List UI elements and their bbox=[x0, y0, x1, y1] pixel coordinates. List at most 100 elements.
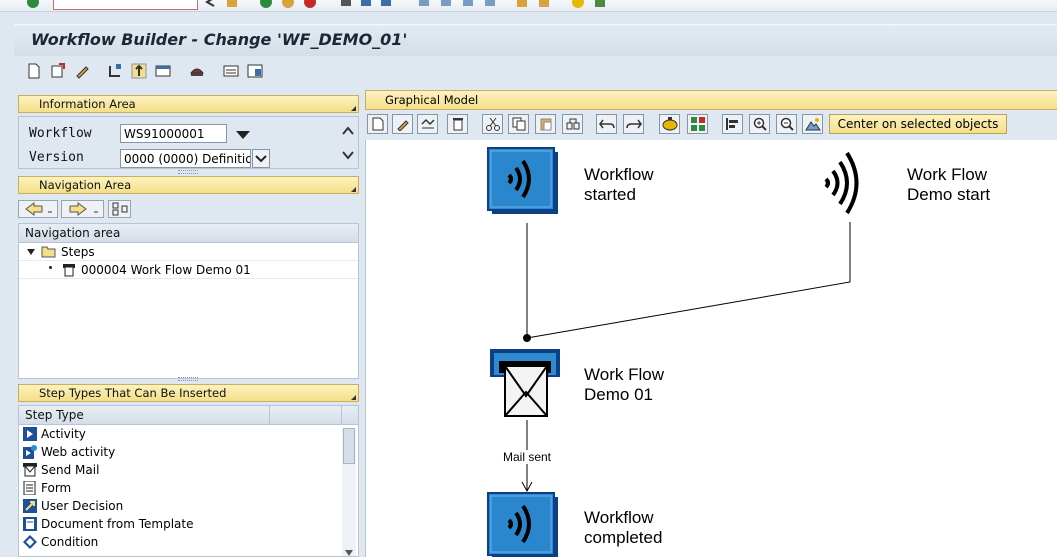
zoom-out-button[interactable] bbox=[776, 114, 797, 134]
system-toolbar bbox=[0, 0, 1057, 12]
new-session-icon[interactable] bbox=[516, 0, 528, 8]
mail-sent-outcome-label[interactable]: Mail sent bbox=[503, 450, 552, 464]
splitter-grip[interactable] bbox=[178, 377, 198, 381]
step-type-item[interactable]: Send Mail bbox=[19, 461, 358, 479]
zoom-in-button[interactable] bbox=[749, 114, 770, 134]
chevron-down-icon bbox=[255, 155, 267, 163]
step-types-header[interactable]: Step Types That Can Be Inserted bbox=[18, 384, 359, 402]
step-type-item[interactable]: Web activity bbox=[19, 443, 358, 461]
overview-map-button[interactable] bbox=[802, 114, 823, 134]
step-type-label: Activity bbox=[41, 427, 86, 441]
undo-button[interactable] bbox=[596, 114, 617, 134]
information-area-header[interactable]: Information Area bbox=[18, 95, 359, 113]
new-node-button[interactable] bbox=[367, 114, 388, 134]
layout-icon[interactable] bbox=[594, 0, 606, 8]
start-event-node[interactable] bbox=[824, 151, 859, 215]
tree-node-steps[interactable]: Steps bbox=[19, 243, 358, 261]
import-icon[interactable] bbox=[49, 62, 67, 80]
enter-icon[interactable] bbox=[27, 0, 39, 8]
copy-button[interactable] bbox=[508, 114, 529, 134]
last-page-icon[interactable] bbox=[484, 0, 496, 8]
next-page-icon[interactable] bbox=[462, 0, 474, 8]
navigation-toolbar bbox=[18, 197, 359, 221]
back-green-icon[interactable] bbox=[260, 0, 272, 8]
shortcut-icon[interactable] bbox=[538, 0, 550, 8]
step-type-label: Document from Template bbox=[41, 517, 194, 531]
step-type-column-label: Step Type bbox=[25, 408, 84, 422]
find-icon[interactable] bbox=[360, 0, 372, 8]
command-field[interactable] bbox=[53, 0, 198, 10]
test-icon[interactable] bbox=[188, 62, 206, 80]
graphical-model-canvas[interactable]: Workflow started Work Flow Demo start Wo… bbox=[365, 140, 1057, 557]
redo-button[interactable] bbox=[623, 114, 644, 134]
connector-event-to-mail[interactable] bbox=[526, 222, 851, 339]
expand-triangle-icon[interactable] bbox=[27, 249, 35, 255]
structure-button[interactable] bbox=[108, 200, 131, 218]
step-type-item[interactable]: Condition bbox=[19, 533, 358, 551]
version-select[interactable]: 0000 (0000) Definition bbox=[120, 149, 251, 168]
cancel-icon[interactable] bbox=[304, 0, 316, 8]
resize-corner-icon[interactable] bbox=[351, 395, 356, 400]
insert-block-button[interactable] bbox=[562, 114, 583, 134]
exit-icon[interactable] bbox=[282, 0, 294, 8]
overview-button[interactable] bbox=[687, 114, 708, 134]
step-type-item[interactable]: Form bbox=[19, 479, 358, 497]
upload-icon[interactable] bbox=[130, 62, 148, 80]
version-select-button[interactable] bbox=[252, 149, 270, 168]
print-icon[interactable] bbox=[340, 0, 352, 8]
step-type-item[interactable]: User Decision bbox=[19, 497, 358, 515]
align-icon bbox=[725, 118, 738, 130]
node-label-line: Demo 01 bbox=[584, 385, 653, 404]
scroll-down-icon[interactable] bbox=[342, 150, 354, 160]
change-node-button[interactable] bbox=[417, 114, 438, 134]
column-divider[interactable] bbox=[341, 406, 342, 424]
dropdown-arrow-icon[interactable] bbox=[236, 131, 250, 139]
resize-corner-icon[interactable] bbox=[351, 187, 356, 192]
graphical-model-header[interactable]: Graphical Model bbox=[365, 90, 1057, 110]
step-type-item[interactable]: Document from Template bbox=[19, 515, 358, 533]
navigation-area-header[interactable]: Navigation Area bbox=[18, 176, 359, 194]
container-icon[interactable] bbox=[154, 62, 172, 80]
splitter-grip[interactable] bbox=[178, 170, 198, 174]
navigation-column-header[interactable]: Navigation area bbox=[19, 224, 358, 243]
new-document-icon[interactable] bbox=[25, 62, 43, 80]
workflow-field[interactable]: WS91000001 bbox=[120, 124, 227, 143]
hierarchy-icon[interactable] bbox=[106, 62, 124, 80]
step-type-item[interactable]: Activity bbox=[19, 425, 358, 443]
node-label-line: completed bbox=[584, 528, 663, 547]
find-next-icon[interactable] bbox=[380, 0, 392, 8]
tree-node-label: Steps bbox=[61, 245, 95, 259]
tree-node-step[interactable]: 000004 Work Flow Demo 01 bbox=[19, 261, 358, 279]
scrollbar-thumb[interactable] bbox=[343, 428, 355, 464]
application-toolbar bbox=[14, 56, 1057, 86]
back-icon[interactable] bbox=[204, 0, 216, 8]
step-type-column-header[interactable]: Step Type bbox=[19, 406, 358, 425]
paste-button[interactable] bbox=[535, 114, 556, 134]
align-button[interactable] bbox=[722, 114, 743, 134]
check-button[interactable] bbox=[659, 114, 680, 134]
details-icon[interactable] bbox=[222, 62, 240, 80]
delete-node-button[interactable] bbox=[447, 114, 468, 134]
join-point[interactable] bbox=[523, 334, 531, 342]
landscape-icon bbox=[804, 118, 821, 131]
help-icon[interactable] bbox=[572, 0, 584, 8]
save-icon[interactable] bbox=[226, 0, 238, 8]
cut-button[interactable] bbox=[482, 114, 503, 134]
scroll-down-icon[interactable] bbox=[345, 550, 353, 556]
scroll-up-icon[interactable] bbox=[342, 126, 354, 136]
workflow-completed-node[interactable] bbox=[487, 492, 558, 557]
edit-icon[interactable] bbox=[73, 62, 91, 80]
workflow-started-node[interactable] bbox=[487, 147, 558, 214]
step-list-scrollbar[interactable] bbox=[342, 428, 356, 556]
layout-switch-icon[interactable] bbox=[246, 62, 264, 80]
back-button[interactable] bbox=[18, 200, 58, 218]
previous-page-icon[interactable] bbox=[440, 0, 452, 8]
workflow-completed-label: Workflow completed bbox=[584, 508, 662, 548]
forward-button[interactable] bbox=[61, 200, 104, 218]
center-on-selected-button[interactable]: Center on selected objects bbox=[829, 114, 1007, 134]
first-page-icon[interactable] bbox=[418, 0, 430, 8]
column-divider[interactable] bbox=[269, 406, 270, 424]
resize-corner-icon[interactable] bbox=[351, 106, 356, 111]
send-mail-step-node[interactable] bbox=[490, 349, 560, 417]
edit-node-button[interactable] bbox=[392, 114, 413, 134]
